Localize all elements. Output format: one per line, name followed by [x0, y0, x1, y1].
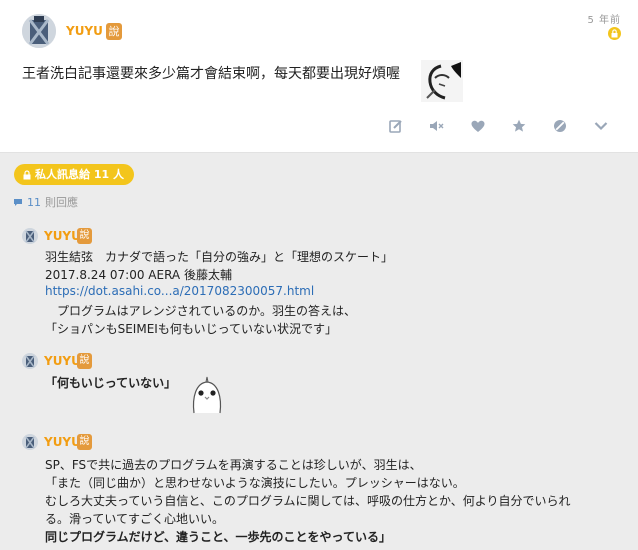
reply-avatar[interactable]	[22, 353, 38, 369]
reply-author[interactable]: YUYU	[44, 354, 81, 368]
author-avatar[interactable]	[22, 14, 56, 48]
say-badge: 說	[106, 23, 122, 40]
reply-author[interactable]: YUYU	[44, 435, 81, 449]
reply-text: プログラムはアレンジされているのか。羽生の答えは、	[45, 304, 357, 318]
chevron-down-icon[interactable]	[592, 118, 610, 134]
reply-text: 羽生結弦 カナダで語った「自分の強み」と「理想のスケート」	[45, 250, 394, 264]
star-icon[interactable]	[510, 118, 528, 134]
reply-text: 同じプログラムだけど、違うこと、一歩先のことをやっている」	[45, 530, 391, 544]
post-card: YUYU 說 5 年前 王者洗白記事還要來多少篇才會結束啊，每天都要出現好煩喔	[0, 0, 638, 153]
reply-text: 2017.8.24 07:00 AERA 後藤太輔	[45, 268, 232, 282]
reply-text: 「ショパンもSEIMEIも何もいじっていない状況です」	[45, 322, 337, 336]
reply-text: 「何もいじっていない」	[45, 376, 177, 390]
reply-author[interactable]: YUYU	[44, 229, 81, 243]
reply-text: 「また（同じ曲か）と思わせないような演技にしたい。プレッシャーはない。	[45, 476, 465, 490]
private-message-label: 私人訊息給 11 人	[35, 168, 124, 181]
say-badge: 說	[77, 353, 92, 369]
sticker-image	[421, 60, 463, 102]
post-actions	[387, 118, 610, 134]
author-name[interactable]: YUYU	[66, 24, 103, 38]
say-badge: 說	[77, 434, 92, 450]
reply-count[interactable]: 11 則回應	[13, 194, 78, 210]
heart-icon[interactable]	[469, 118, 487, 134]
reply-link[interactable]: https://dot.asahi.co...a/2017082300057.h…	[45, 284, 314, 298]
reply-avatar[interactable]	[22, 434, 38, 450]
private-message-badge[interactable]: 私人訊息給 11 人	[14, 164, 134, 185]
post-time: 5 年前	[587, 15, 621, 26]
lock-icon	[608, 27, 621, 40]
reply-count-number: 11	[27, 195, 41, 209]
reply-text: むしろ大丈夫っていう自信と、このプログラムに関しては、呼吸の仕方とか、何より自分…	[45, 494, 571, 508]
reply-text: る。滑っていてすごく心地いい。	[45, 512, 225, 526]
comment-icon	[14, 198, 22, 206]
article-link[interactable]: https://dot.asahi.co...a/2017082300057.h…	[45, 284, 314, 298]
edit-icon[interactable]	[387, 118, 405, 134]
post-text: 王者洗白記事還要來多少篇才會結束啊，每天都要出現好煩喔	[22, 66, 400, 82]
reply-avatar[interactable]	[22, 228, 38, 244]
lock-icon	[23, 169, 31, 179]
chick-sticker	[186, 373, 228, 415]
block-icon[interactable]	[551, 118, 569, 134]
say-badge: 說	[77, 228, 92, 244]
reply-count-label: 則回應	[45, 196, 78, 209]
reply-text: SP、FSで共に過去のプログラムを再演することは珍しいが、羽生は、	[45, 458, 422, 472]
mute-icon[interactable]	[428, 118, 446, 134]
